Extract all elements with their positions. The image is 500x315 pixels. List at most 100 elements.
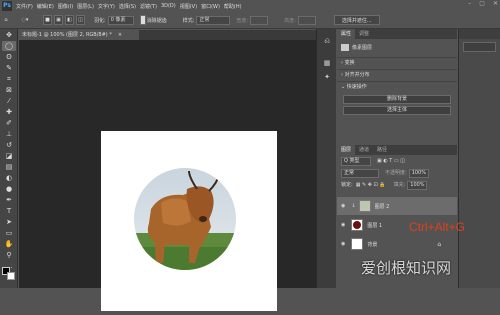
brushes-panel-icon[interactable]: ✦ (321, 73, 333, 83)
panel-search-field[interactable] (463, 42, 496, 52)
width-input[interactable] (250, 15, 269, 25)
tab-channels[interactable]: 通道 (355, 145, 373, 155)
maximize-icon[interactable]: ▢ (479, 0, 485, 7)
crop-icon[interactable]: ⌗ (2, 74, 16, 84)
eye-icon[interactable]: ◉ (341, 222, 345, 228)
tab-properties[interactable]: 属性 (337, 29, 356, 39)
transform-section[interactable]: › 变换 (337, 58, 457, 69)
menu-help[interactable]: 帮助(H) (222, 3, 244, 10)
quick-actions-section[interactable]: ⌄ 快速操作 (337, 82, 457, 93)
zoom-icon[interactable]: ⚲ (2, 250, 16, 260)
pixel-layer-icon (341, 44, 349, 51)
height-input[interactable] (297, 15, 316, 25)
document-canvas[interactable] (101, 131, 277, 311)
menu-image[interactable]: 图像(I) (56, 3, 75, 10)
style-label: 样式: (182, 17, 195, 24)
menu-file[interactable]: 文件(F) (14, 3, 35, 10)
quick-select-icon[interactable]: ✎ (2, 63, 16, 73)
filter-icons[interactable]: ▣ ◐ T ▭ ◫ (377, 156, 405, 167)
eyedropper-icon[interactable]: ⁄ (2, 96, 16, 106)
lock-icon: ⌂ (437, 240, 442, 248)
clone-stamp-icon[interactable]: ⊥ (2, 129, 16, 139)
canvas-area[interactable] (19, 40, 316, 311)
watermark: 爱创根知识网 (361, 259, 452, 277)
menu-view[interactable]: 视图(V) (178, 3, 199, 10)
menu-filter[interactable]: 滤镜(T) (138, 3, 159, 10)
document-tab[interactable]: 未标题-1 @ 100% (图层 2, RGB/8#) * × (19, 30, 139, 40)
close-icon[interactable]: ✕ (493, 0, 498, 7)
home-icon[interactable]: ⌂ (1, 15, 11, 25)
menu-select[interactable]: 选择(S) (117, 3, 138, 10)
remove-background-button[interactable]: 删除背景 (343, 95, 451, 104)
blend-row: 正常 不透明度: 100% (337, 167, 457, 179)
layer-row-background[interactable]: ◉ 背景 ⌂ (337, 235, 457, 253)
frame-icon[interactable]: ⊠ (2, 85, 16, 95)
move-tool-icon[interactable]: ✥ (2, 30, 16, 40)
opacity-label: 不透明度: (385, 169, 407, 176)
menu-type[interactable]: 文字(Y) (96, 3, 117, 10)
menu-edit[interactable]: 编辑(E) (35, 3, 56, 10)
feather-input[interactable]: 0 像素 (107, 15, 134, 25)
layer-kind-select[interactable]: Q 类型 (341, 156, 371, 166)
select-subject-button[interactable]: 选择主体 (343, 106, 451, 115)
new-selection-icon[interactable]: ■ (43, 15, 52, 25)
style-select[interactable]: 正常 (196, 15, 231, 25)
fill-label: 填充: (393, 181, 406, 188)
menu-layer[interactable]: 图层(L) (75, 3, 96, 10)
background-color-swatch[interactable] (7, 272, 15, 280)
tab-adjustments[interactable]: 调整 (355, 29, 373, 39)
hand-icon[interactable]: ✋ (2, 239, 16, 249)
minimize-icon[interactable]: – (468, 0, 471, 7)
healing-brush-icon[interactable]: ✚ (2, 107, 16, 117)
antialias-checkbox[interactable] (139, 15, 146, 25)
brush-icon[interactable]: ✐ (2, 118, 16, 128)
marquee-preset-icon[interactable]: ◌▾ (18, 15, 32, 25)
layer-row-2[interactable]: ◉ ↓ 图层 2 (337, 197, 457, 215)
cow-circle-image (134, 168, 236, 270)
fill-input[interactable]: 100% (407, 180, 428, 190)
history-brush-icon[interactable]: ↺ (2, 140, 16, 150)
menu-3d[interactable]: 3D(D) (159, 3, 178, 9)
quick-actions-label: 快速操作 (346, 84, 367, 90)
layers-tabs: 图层 通道 路径 (337, 145, 457, 155)
elliptical-marquee-icon[interactable]: ◯ (2, 41, 16, 51)
feather-label: 羽化: (94, 17, 106, 24)
antialias-label: 消除锯齿 (146, 17, 167, 24)
path-select-icon[interactable]: ➤ (2, 217, 16, 227)
lock-icons[interactable]: ▦ ✎ ✥ ⊡ 🔒 (356, 180, 386, 191)
menu-window[interactable]: 窗口(W) (199, 3, 222, 10)
transform-label: 变换 (344, 60, 355, 66)
lock-row: 锁定: ▦ ✎ ✥ ⊡ 🔒 填充: 100% (337, 179, 457, 191)
swatches-panel-icon[interactable]: ▦ (321, 59, 333, 69)
gradient-icon[interactable]: ▤ (2, 162, 16, 172)
lock-label: 锁定: (341, 181, 353, 188)
rectangle-icon[interactable]: ▭ (2, 228, 16, 238)
eye-icon[interactable]: ◉ (341, 203, 345, 209)
collapsed-panel-strip: ⎌ ▦ ✦ (316, 29, 336, 288)
intersect-selection-icon[interactable]: ◫ (76, 15, 85, 25)
tab-paths[interactable]: 路径 (373, 145, 391, 155)
document-tab-bar: 未标题-1 @ 100% (图层 2, RGB/8#) * × (19, 30, 316, 40)
add-selection-icon[interactable]: ▣ (54, 15, 63, 25)
right-panels: 属性 调整 像素图层 › 变换 › 对齐并分布 ⌄ 快速操作 删除背景 选择主体… (337, 29, 457, 288)
shortcut-hint: Ctrl+Alt+G (409, 220, 466, 234)
history-panel-icon[interactable]: ⎌ (321, 37, 333, 47)
layer-thumbnail (351, 219, 364, 231)
subtract-selection-icon[interactable]: ◧ (65, 15, 74, 25)
document-tab-title: 未标题-1 @ 100% (图层 2, RGB/8#) * (22, 32, 112, 38)
align-section[interactable]: › 对齐并分布 (337, 70, 457, 81)
pen-icon[interactable]: ✒ (2, 195, 16, 205)
close-tab-icon[interactable]: × (118, 32, 122, 38)
eye-icon[interactable]: ◉ (341, 241, 345, 247)
opacity-input[interactable]: 100% (408, 168, 429, 178)
pixel-layer-title: 像素图层 (337, 43, 457, 54)
select-and-mask-button[interactable]: 选择并遮住... (333, 15, 380, 25)
dodge-icon[interactable]: ● (2, 184, 16, 194)
type-icon[interactable]: T (2, 206, 16, 216)
layer-thumbnail (358, 200, 371, 212)
lasso-icon[interactable]: ʘ (2, 52, 16, 62)
blend-mode-select[interactable]: 正常 (341, 168, 379, 178)
blur-icon[interactable]: ◐ (2, 173, 16, 183)
tab-layers[interactable]: 图层 (337, 145, 356, 155)
eraser-icon[interactable]: ◪ (2, 151, 16, 161)
